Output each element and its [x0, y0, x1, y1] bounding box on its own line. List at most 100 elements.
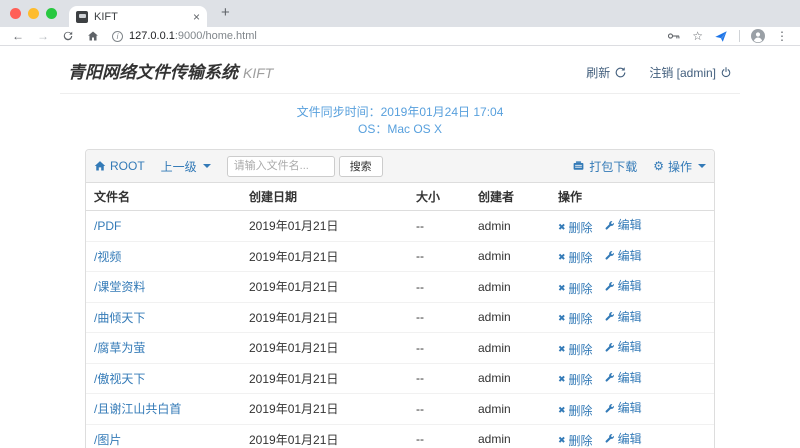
- creator-cell: admin: [470, 211, 550, 242]
- table-row: /课堂资料2019年01月21日--admin✖删除编辑: [86, 272, 714, 303]
- edit-button[interactable]: 编辑: [605, 338, 642, 355]
- col-size: 大小: [408, 183, 470, 211]
- extension-paper-plane-icon[interactable]: [714, 30, 728, 43]
- operations-cell: ✖删除编辑: [550, 302, 714, 333]
- new-tab-button[interactable]: +: [221, 4, 230, 21]
- table-row: /曲倾天下2019年01月21日--admin✖删除编辑: [86, 302, 714, 333]
- edit-button[interactable]: 编辑: [605, 247, 642, 264]
- wrench-icon: [605, 281, 615, 291]
- size-cell: --: [408, 211, 470, 242]
- creator-cell: admin: [470, 241, 550, 272]
- archive-download-icon: [572, 160, 585, 172]
- caret-down-icon: [698, 164, 706, 168]
- delete-label: 删除: [569, 341, 593, 358]
- parent-folder-dropdown[interactable]: 上一级: [161, 158, 211, 175]
- search-input[interactable]: [227, 156, 335, 177]
- actions-dropdown[interactable]: ⚙ 操作: [653, 158, 706, 175]
- file-link[interactable]: /PDF: [94, 219, 121, 233]
- actions-label: 操作: [668, 158, 692, 175]
- delete-button[interactable]: ✖删除: [558, 341, 593, 358]
- close-window-button[interactable]: [10, 8, 21, 19]
- delete-button[interactable]: ✖删除: [558, 310, 593, 327]
- operations-cell: ✖删除编辑: [550, 363, 714, 394]
- wrench-icon: [605, 220, 615, 230]
- refresh-button[interactable]: 刷新: [586, 64, 627, 81]
- file-link[interactable]: /视频: [94, 250, 121, 264]
- tab-close-icon[interactable]: ×: [193, 11, 200, 23]
- created-date-cell: 2019年01月21日: [241, 211, 408, 242]
- home-icon[interactable]: [87, 30, 99, 42]
- delete-button[interactable]: ✖删除: [558, 219, 593, 236]
- size-cell: --: [408, 302, 470, 333]
- package-download-button[interactable]: 打包下载: [572, 158, 637, 175]
- file-link[interactable]: /图片: [94, 433, 121, 447]
- caret-down-icon: [203, 164, 211, 168]
- edit-button[interactable]: 编辑: [605, 399, 642, 416]
- browser-tab[interactable]: KIFT ×: [69, 6, 207, 27]
- back-icon[interactable]: ←: [12, 30, 24, 42]
- creator-cell: admin: [470, 424, 550, 448]
- delete-button[interactable]: ✖删除: [558, 249, 593, 266]
- minimize-window-button[interactable]: [28, 8, 39, 19]
- profile-avatar[interactable]: [751, 29, 765, 43]
- edit-button[interactable]: 编辑: [605, 277, 642, 294]
- file-table-head: 文件名 创建日期 大小 创建者 操作: [86, 183, 714, 211]
- size-cell: --: [408, 363, 470, 394]
- forward-icon[interactable]: →: [37, 30, 49, 42]
- delete-x-icon: ✖: [558, 253, 566, 262]
- file-name-cell: /腐草为萤: [86, 333, 241, 364]
- delete-label: 删除: [569, 280, 593, 297]
- password-key-icon[interactable]: [667, 30, 681, 42]
- status-lines: 文件同步时间：2019年01月24日 17:04 OS：Mac OS X: [0, 104, 800, 138]
- wrench-icon: [605, 433, 615, 443]
- sync-time-line: 文件同步时间：2019年01月24日 17:04: [0, 104, 800, 121]
- file-name-cell: /视频: [86, 241, 241, 272]
- bookmark-star-icon[interactable]: ☆: [692, 30, 703, 42]
- edit-label: 编辑: [618, 430, 642, 447]
- file-name-cell: /曲倾天下: [86, 302, 241, 333]
- file-link[interactable]: /且谢江山共白首: [94, 402, 181, 416]
- search-button[interactable]: 搜索: [339, 156, 383, 177]
- created-date-cell: 2019年01月21日: [241, 302, 408, 333]
- col-operations: 操作: [550, 183, 714, 211]
- browser-tab-strip: KIFT × +: [0, 0, 800, 27]
- url-text[interactable]: 127.0.0.1:9000/home.html: [129, 30, 257, 42]
- operations-cell: ✖删除编辑: [550, 241, 714, 272]
- delete-x-icon: ✖: [558, 406, 566, 415]
- delete-button[interactable]: ✖删除: [558, 402, 593, 419]
- window-controls: [10, 8, 57, 19]
- delete-x-icon: ✖: [558, 345, 566, 354]
- delete-label: 删除: [569, 249, 593, 266]
- creator-cell: admin: [470, 272, 550, 303]
- edit-button[interactable]: 编辑: [605, 216, 642, 233]
- file-toolbar: ROOT 上一级 搜索 打包下载: [86, 150, 714, 183]
- file-link[interactable]: /腐草为萤: [94, 341, 145, 355]
- edit-label: 编辑: [618, 216, 642, 233]
- created-date-cell: 2019年01月21日: [241, 394, 408, 425]
- table-row: /且谢江山共白首2019年01月21日--admin✖删除编辑: [86, 394, 714, 425]
- reload-icon[interactable]: [62, 30, 74, 42]
- refresh-label: 刷新: [586, 64, 610, 81]
- file-link[interactable]: /课堂资料: [94, 280, 145, 294]
- delete-button[interactable]: ✖删除: [558, 371, 593, 388]
- file-table: 文件名 创建日期 大小 创建者 操作 /PDF2019年01月21日--admi…: [86, 183, 714, 448]
- zoom-window-button[interactable]: [46, 8, 57, 19]
- logout-button[interactable]: 注销 [admin]: [649, 64, 732, 81]
- edit-button[interactable]: 编辑: [605, 308, 642, 325]
- file-link[interactable]: /曲倾天下: [94, 311, 145, 325]
- page-body: 青阳网络文件传输系统KIFT 刷新 注销 [admin] 文件同步时间：2019…: [0, 46, 800, 448]
- edit-button[interactable]: 编辑: [605, 430, 642, 447]
- browser-menu-icon[interactable]: ⋮: [776, 29, 788, 43]
- file-link[interactable]: /傲视天下: [94, 372, 145, 386]
- edit-button[interactable]: 编辑: [605, 369, 642, 386]
- delete-button[interactable]: ✖删除: [558, 432, 593, 448]
- page-info-icon[interactable]: i: [112, 31, 123, 42]
- root-button[interactable]: ROOT: [94, 159, 145, 173]
- browser-address-bar: ← → i 127.0.0.1:9000/home.html ☆ ⋮: [0, 27, 800, 46]
- header-row: 文件名 创建日期 大小 创建者 操作: [86, 183, 714, 211]
- logout-label: 注销 [admin]: [649, 64, 716, 81]
- file-name-cell: /且谢江山共白首: [86, 394, 241, 425]
- delete-button[interactable]: ✖删除: [558, 280, 593, 297]
- size-cell: --: [408, 333, 470, 364]
- created-date-cell: 2019年01月21日: [241, 241, 408, 272]
